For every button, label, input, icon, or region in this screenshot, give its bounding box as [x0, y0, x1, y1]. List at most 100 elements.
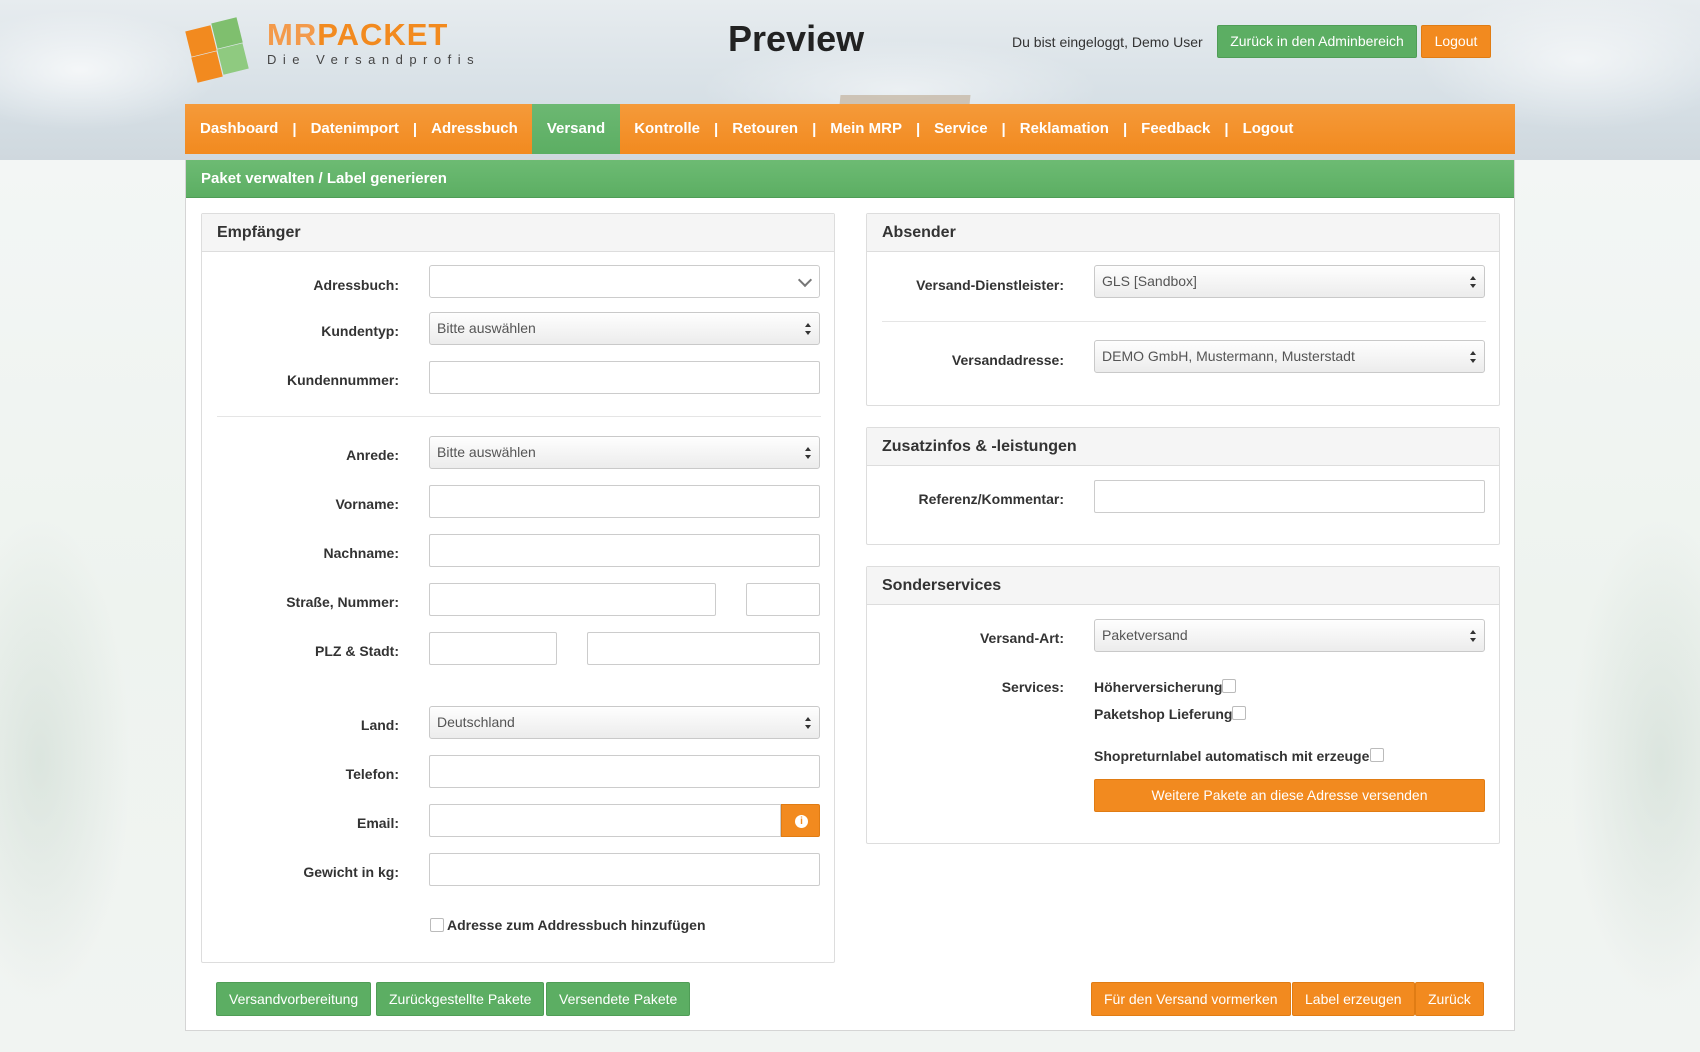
vormerken-button[interactable]: Für den Versand vormerken [1091, 982, 1291, 1016]
select-arrows-icon [1470, 276, 1476, 288]
versandadresse-select[interactable]: DEMO GmbH, Mustermann, Musterstadt [1094, 340, 1485, 373]
nav-item-retouren[interactable]: Retouren [732, 104, 798, 154]
plz-input[interactable] [429, 632, 557, 665]
paketshop-label: Paketshop Lieferung: [1094, 706, 1238, 722]
nav-item-datenimport[interactable]: Datenimport [311, 104, 399, 154]
select-arrows-icon [805, 323, 811, 335]
dienstleister-value: GLS [Sandbox] [1102, 273, 1197, 289]
kundentyp-select[interactable]: Bitte auswählen [429, 312, 820, 345]
nav-separator: | [412, 120, 418, 138]
dienstleister-label: Versand-Dienstleister: [916, 277, 1064, 293]
versandart-label: Versand-Art: [979, 630, 1064, 646]
chevron-down-icon [797, 272, 813, 288]
nav-item-logout[interactable]: Logout [1243, 104, 1294, 154]
nav-item-versand[interactable]: Versand [531, 104, 621, 154]
shopreturn-checkbox[interactable] [1370, 748, 1384, 762]
main-nav: Dashboard | Datenimport | Adressbuch Ver… [185, 104, 1515, 154]
services-label: Services: [1001, 679, 1064, 695]
hoeherversicherung-label: Höherversicherung: [1094, 679, 1228, 695]
weitere-pakete-button[interactable]: Weitere Pakete an diese Adresse versende… [1094, 779, 1485, 812]
zurueckgestellte-pakete-button[interactable]: Zurückgestellte Pakete [376, 982, 545, 1016]
zusatz-title: Zusatzinfos & -leistungen [867, 428, 1499, 466]
logo-brand-mr: MR [267, 17, 318, 52]
logo-subtitle: Die Versandprofis [267, 52, 481, 67]
empfaenger-panel: Empfänger Adressbuch: Kundentyp: Bitte a… [201, 213, 835, 963]
add-address-label: Adresse zum Addressbuch hinzufügen [447, 917, 706, 933]
nav-separator: | [1122, 120, 1128, 138]
gewicht-input[interactable] [429, 853, 820, 886]
hoeherversicherung-checkbox[interactable] [1222, 679, 1236, 693]
absender-panel: Absender Versand-Dienstleister: GLS [San… [866, 213, 1500, 406]
sonder-panel: Sonderservices Versand-Art: Paketversand… [866, 566, 1500, 844]
land-value: Deutschland [437, 714, 515, 730]
telefon-input[interactable] [429, 755, 820, 788]
plz-stadt-label: PLZ & Stadt: [315, 643, 399, 659]
divider [217, 416, 821, 417]
logo-mark-icon [184, 14, 250, 83]
nav-item-feedback[interactable]: Feedback [1141, 104, 1210, 154]
versandart-value: Paketversand [1102, 627, 1188, 643]
versendete-pakete-button[interactable]: Versendete Pakete [546, 982, 691, 1016]
main-panel: Paket verwalten / Label generieren Empfä… [185, 159, 1515, 1031]
label-erzeugen-button[interactable]: Label erzeugen [1292, 982, 1415, 1016]
vorname-label: Vorname: [335, 496, 399, 512]
versandart-select[interactable]: Paketversand [1094, 619, 1485, 652]
stadt-input[interactable] [587, 632, 820, 665]
select-arrows-icon [805, 447, 811, 459]
kundennummer-label: Kundennummer: [287, 372, 399, 388]
add-address-checkbox[interactable] [430, 918, 444, 932]
select-arrows-icon [1470, 630, 1476, 642]
header-logout-button[interactable]: Logout [1421, 25, 1491, 58]
nav-item-service[interactable]: Service [934, 104, 987, 154]
nav-separator: | [915, 120, 921, 138]
user-info: Du bist eingeloggt, Demo User [1012, 34, 1203, 50]
strasse-label: Straße, Nummer: [286, 594, 399, 610]
select-arrows-icon [805, 717, 811, 729]
email-info-button[interactable]: i [781, 804, 820, 837]
paketshop-checkbox[interactable] [1232, 706, 1246, 720]
logo-brand: MRPACKET [267, 17, 480, 52]
kundentyp-label: Kundentyp: [321, 323, 399, 339]
hausnummer-input[interactable] [746, 583, 820, 616]
adressbuch-select[interactable] [429, 265, 820, 298]
zurueck-button[interactable]: Zurück [1415, 982, 1484, 1016]
land-select[interactable]: Deutschland [429, 706, 820, 739]
anrede-value: Bitte auswählen [437, 444, 536, 460]
email-input[interactable] [429, 804, 781, 837]
sonder-title: Sonderservices [867, 567, 1499, 605]
empfaenger-title: Empfänger [202, 214, 834, 252]
versandadresse-label: Versandadresse: [951, 352, 1064, 368]
telefon-label: Telefon: [345, 766, 399, 782]
referenz-input[interactable] [1094, 480, 1485, 513]
nav-separator: | [1001, 120, 1006, 138]
nav-item-adressbuch[interactable]: Adressbuch [431, 104, 518, 154]
referenz-label: Referenz/Kommentar: [918, 491, 1064, 507]
nachname-label: Nachname: [323, 545, 399, 561]
nav-item-kontrolle[interactable]: Kontrolle [634, 104, 700, 154]
vorname-input[interactable] [429, 485, 820, 518]
versandvorbereitung-button[interactable]: Versandvorbereitung [216, 982, 372, 1016]
select-arrows-icon [1470, 351, 1476, 363]
kundennummer-input[interactable] [429, 361, 820, 394]
gewicht-label: Gewicht in kg: [303, 864, 399, 880]
nav-separator: | [812, 120, 817, 138]
divider [882, 321, 1486, 322]
versandadresse-value: DEMO GmbH, Mustermann, Musterstadt [1102, 348, 1355, 364]
shopreturn-label: Shopreturnlabel automatisch mit erzeugen… [1094, 748, 1383, 764]
info-circle-icon: i [795, 815, 808, 828]
kundentyp-value: Bitte auswählen [437, 320, 536, 336]
nav-separator: | [292, 120, 297, 138]
nav-separator: | [714, 120, 719, 138]
nav-item-reklamation[interactable]: Reklamation [1020, 104, 1109, 154]
header: MRPACKET Die Versandprofis Preview Du bi… [0, 0, 1700, 105]
strasse-input[interactable] [429, 583, 716, 616]
nav-item-dashboard[interactable]: Dashboard [200, 104, 278, 154]
nachname-input[interactable] [429, 534, 820, 567]
nav-item-mein-mrp[interactable]: Mein MRP [830, 104, 902, 154]
admin-area-button[interactable]: Zurück in den Adminbereich [1217, 25, 1417, 58]
logo[interactable]: MRPACKET Die Versandprofis [184, 12, 484, 83]
anrede-select[interactable]: Bitte auswählen [429, 436, 820, 469]
logo-text: MRPACKET Die Versandprofis [267, 17, 481, 67]
nav-separator: | [1224, 120, 1229, 138]
dienstleister-select[interactable]: GLS [Sandbox] [1094, 265, 1485, 298]
